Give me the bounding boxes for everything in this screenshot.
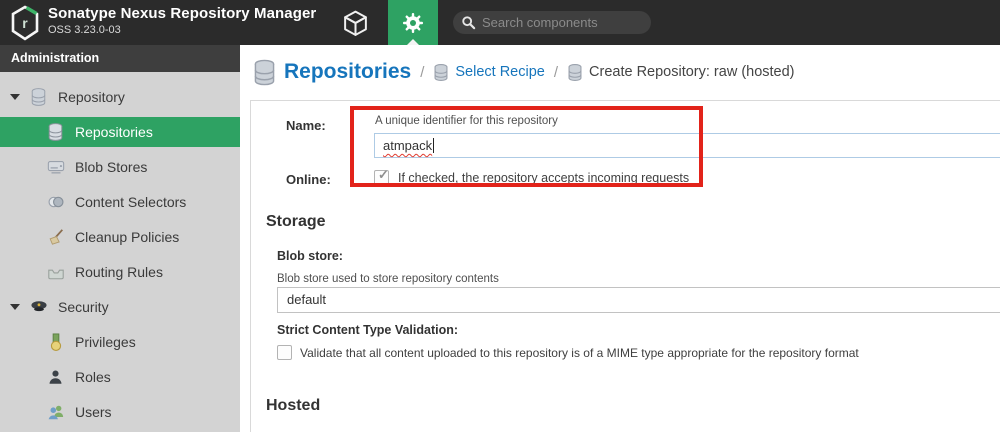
sidebar-item-label: Repositories bbox=[75, 124, 153, 140]
sidebar-item-label: Privileges bbox=[75, 334, 136, 350]
broom-icon bbox=[46, 226, 65, 248]
strict-content-checkbox[interactable] bbox=[277, 345, 292, 360]
green-segment bbox=[25, 6, 38, 15]
breadcrumb-recipe-link[interactable]: Select Recipe bbox=[455, 64, 544, 80]
text-cursor bbox=[433, 138, 435, 153]
search-icon bbox=[462, 16, 476, 30]
breadcrumb-root-link[interactable]: Repositories bbox=[284, 60, 411, 84]
global-search bbox=[453, 11, 651, 34]
breadcrumb-separator: / bbox=[420, 63, 425, 81]
checkmark-icon: ✓ bbox=[378, 167, 389, 182]
nexus-logo[interactable]: r bbox=[9, 4, 41, 42]
online-checkbox-label: If checked, the repository accepts incom… bbox=[398, 171, 690, 185]
name-input-value: atmpack bbox=[383, 138, 433, 153]
blob-store-label: Blob store: bbox=[277, 249, 343, 263]
sidebar-item-cleanup-policies[interactable]: Cleanup Policies bbox=[0, 222, 240, 252]
name-field-label: Name: bbox=[286, 118, 326, 133]
app-title: Sonatype Nexus Repository Manager bbox=[48, 5, 317, 22]
sidebar-item-privileges[interactable]: Privileges bbox=[0, 327, 240, 357]
online-field-label: Online: bbox=[286, 172, 331, 187]
sidebar-item-repositories[interactable]: Repositories bbox=[0, 117, 240, 147]
sidebar-item-label: Content Selectors bbox=[75, 194, 187, 210]
sidebar-item-label: Cleanup Policies bbox=[75, 229, 180, 245]
blob-store-select[interactable]: default bbox=[277, 287, 1000, 313]
police-cap-icon bbox=[29, 296, 48, 318]
database-icon bbox=[568, 63, 582, 81]
sidebar-group-security[interactable]: Security bbox=[0, 292, 240, 322]
content-selectors-icon bbox=[46, 191, 65, 213]
database-icon bbox=[254, 59, 275, 85]
admin-sidebar: Administration Repository Repositories B… bbox=[0, 45, 240, 432]
blob-store-icon bbox=[46, 156, 65, 178]
sidebar-item-label: Users bbox=[75, 404, 112, 420]
breadcrumb-current: Create Repository: raw (hosted) bbox=[589, 64, 795, 80]
browse-mode-button[interactable] bbox=[340, 8, 370, 38]
sidebar-item-label: Security bbox=[58, 299, 109, 315]
person-icon bbox=[46, 366, 65, 388]
storage-section-heading: Storage bbox=[266, 213, 326, 230]
database-icon bbox=[46, 121, 65, 143]
breadcrumb: Repositories / Select Recipe / Create Re… bbox=[252, 55, 795, 89]
strict-content-label: Strict Content Type Validation: bbox=[277, 323, 459, 337]
blob-store-hint: Blob store used to store repository cont… bbox=[277, 273, 499, 285]
sidebar-item-label: Roles bbox=[75, 369, 111, 385]
sidebar-section-header: Administration bbox=[0, 45, 240, 72]
name-input[interactable]: atmpack bbox=[374, 133, 1000, 158]
sidebar-item-label: Routing Rules bbox=[75, 264, 163, 280]
hosted-section-heading: Hosted bbox=[266, 397, 321, 414]
database-icon bbox=[434, 63, 448, 81]
sidebar-item-users[interactable]: Users bbox=[0, 397, 240, 427]
name-field-hint: A unique identifier for this repository bbox=[375, 115, 558, 127]
breadcrumb-separator: / bbox=[553, 63, 559, 81]
caret-down-icon bbox=[10, 94, 20, 100]
blob-store-selected-value: default bbox=[287, 292, 327, 307]
database-icon bbox=[29, 86, 48, 108]
sidebar-item-content-selectors[interactable]: Content Selectors bbox=[0, 187, 240, 217]
routing-rules-icon bbox=[46, 261, 65, 283]
gear-icon bbox=[403, 12, 423, 33]
medal-icon bbox=[46, 331, 65, 353]
sidebar-item-blob-stores[interactable]: Blob Stores bbox=[0, 152, 240, 182]
strict-content-checkbox-label: Validate that all content uploaded to th… bbox=[300, 346, 859, 360]
caret-down-icon bbox=[10, 304, 20, 310]
sidebar-item-label: Blob Stores bbox=[75, 159, 148, 175]
search-input[interactable] bbox=[482, 15, 642, 30]
users-icon bbox=[46, 401, 65, 423]
sidebar-item-routing-rules[interactable]: Routing Rules bbox=[0, 257, 240, 287]
top-header-bar: r Sonatype Nexus Repository Manager OSS … bbox=[0, 0, 1000, 45]
create-repository-form: Name: A unique identifier for this repos… bbox=[250, 100, 1000, 432]
cube-icon bbox=[343, 10, 367, 36]
administration-mode-button[interactable] bbox=[388, 0, 438, 45]
sidebar-item-label: Repository bbox=[58, 89, 125, 105]
online-checkbox[interactable]: ✓ bbox=[374, 167, 389, 185]
app-version: OSS 3.23.0-03 bbox=[48, 24, 121, 36]
main-content: Repositories / Select Recipe / Create Re… bbox=[240, 45, 1000, 432]
svg-text:r: r bbox=[22, 15, 28, 31]
sidebar-group-repository[interactable]: Repository bbox=[0, 82, 240, 112]
sidebar-item-roles[interactable]: Roles bbox=[0, 362, 240, 392]
brand-block: Sonatype Nexus Repository Manager OSS 3.… bbox=[48, 5, 316, 36]
